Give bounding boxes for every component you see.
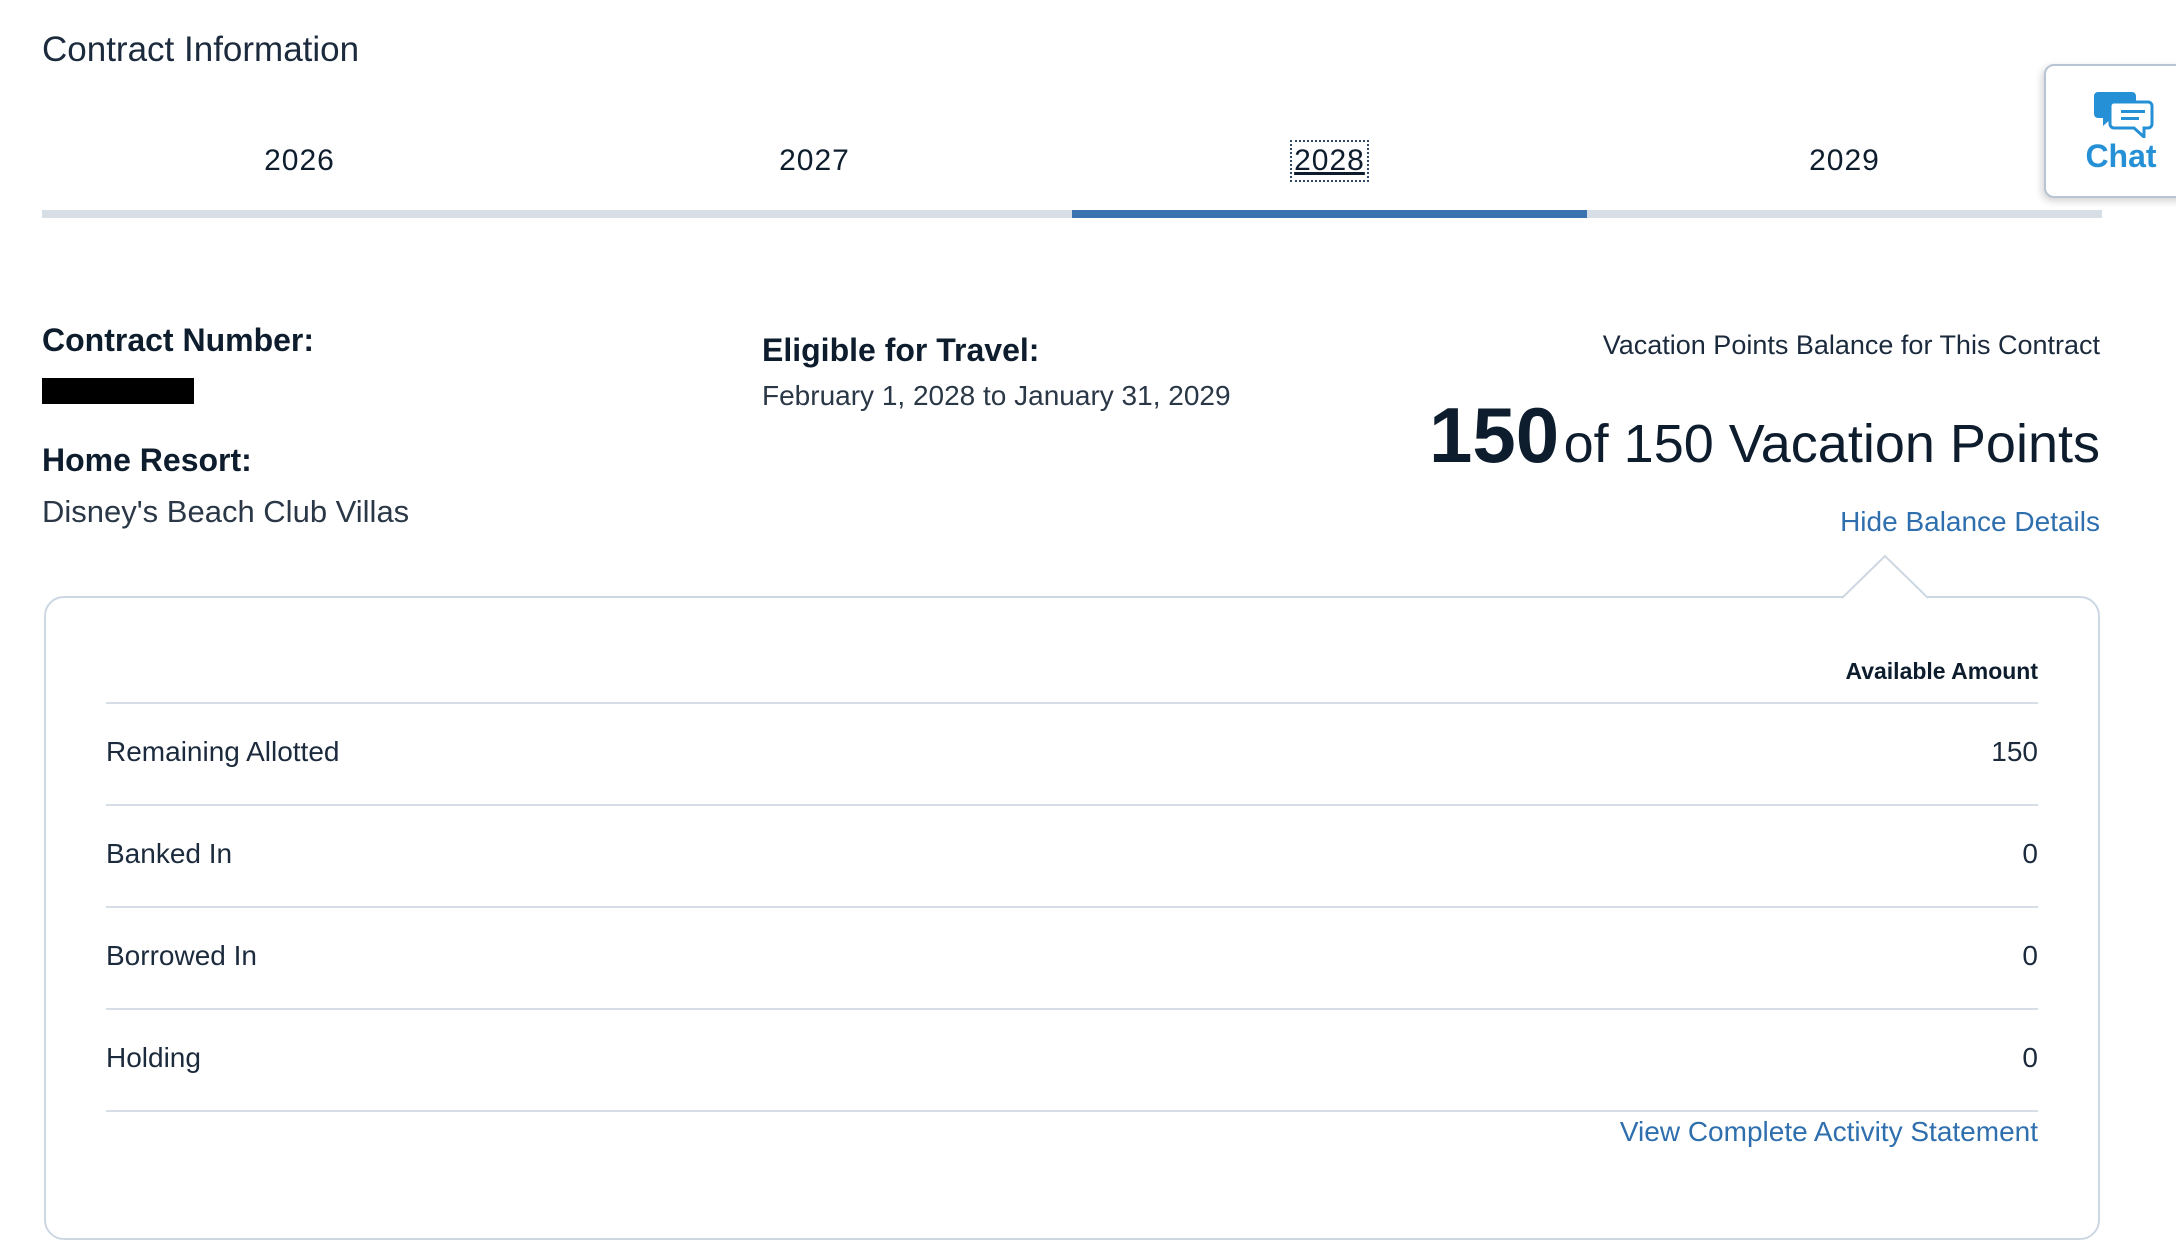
balance-current-points: 150 — [1429, 391, 1560, 479]
home-resort-label: Home Resort: — [42, 442, 252, 478]
row-value: 150 — [1991, 736, 2038, 767]
balance-title: Vacation Points Balance for This Contrac… — [1602, 330, 2100, 360]
tab-2029[interactable]: 2029 — [1587, 130, 2102, 218]
balance-summary: 150 of 150 Vacation Points — [1429, 390, 2100, 481]
home-resort-value: Disney's Beach Club Villas — [42, 494, 410, 529]
page-title: Contract Information — [42, 30, 360, 69]
balance-details-panel: Available Amount Remaining Allotted 150 … — [44, 596, 2100, 1240]
balance-details-table: Available Amount Remaining Allotted 150 … — [106, 654, 2038, 1147]
tab-indicator — [1587, 210, 2102, 218]
balance-total-points: of 150 Vacation Points — [1563, 414, 2100, 474]
tab-indicator — [42, 210, 557, 218]
tab-label: 2028 — [1290, 140, 1369, 182]
column-header-available-amount: Available Amount — [1845, 658, 2038, 684]
row-label: Borrowed In — [106, 940, 257, 971]
table-header: Available Amount — [106, 654, 2038, 704]
tab-indicator — [1072, 210, 1587, 218]
tab-indicator — [557, 210, 1072, 218]
redacted-contract-number — [42, 378, 194, 404]
tab-label: 2029 — [1809, 144, 1880, 177]
row-value: 0 — [2022, 1042, 2038, 1073]
row-value: 0 — [2022, 838, 2038, 869]
tab-label: 2026 — [264, 144, 335, 177]
row-label: Banked In — [106, 838, 233, 869]
chat-label: Chat — [2085, 138, 2157, 174]
chat-bubbles-icon — [2094, 88, 2154, 143]
hide-balance-details-link[interactable]: Hide Balance Details — [1840, 506, 2100, 538]
contract-number-label: Contract Number: — [42, 322, 315, 358]
row-label: Remaining Allotted — [106, 736, 340, 767]
row-label: Holding — [106, 1042, 201, 1073]
tab-2026[interactable]: 2026 — [42, 130, 557, 218]
year-tabs: 2026 2027 2028 2029 — [42, 130, 2102, 218]
table-row: Remaining Allotted 150 — [106, 704, 2038, 806]
eligible-travel-value: February 1, 2028 to January 31, 2029 — [762, 380, 1231, 411]
tab-label: 2027 — [779, 144, 850, 177]
eligible-travel-label: Eligible for Travel: — [762, 332, 1040, 368]
tab-2027[interactable]: 2027 — [557, 130, 1072, 218]
table-row: Banked In 0 — [106, 806, 2038, 908]
tab-2028[interactable]: 2028 — [1072, 130, 1587, 218]
row-value: 0 — [2022, 940, 2038, 971]
view-activity-statement-link[interactable]: View Complete Activity Statement — [1620, 1116, 2038, 1148]
table-row: Holding 0 — [106, 1010, 2038, 1112]
chat-button[interactable]: Chat — [2044, 64, 2176, 198]
table-row: Borrowed In 0 — [106, 908, 2038, 1010]
